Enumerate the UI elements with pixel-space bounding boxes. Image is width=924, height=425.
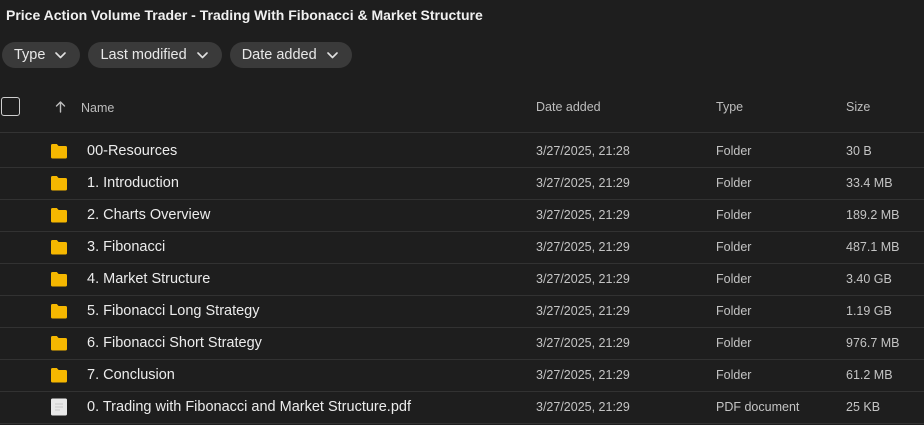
folder-icon [50,367,68,383]
date-added: 3/27/2025, 21:29 [536,304,630,318]
date-added: 3/27/2025, 21:29 [536,176,630,190]
table-header: Name Date added Type Size [0,88,924,133]
file-name[interactable]: 5. Fibonacci Long Strategy [87,303,260,319]
table-row[interactable]: 3. Fibonacci 3/27/2025, 21:29 Folder 487.1 … [0,232,924,264]
filter-type-button[interactable]: Type [2,42,81,68]
file-type: Folder [716,144,752,158]
file-size: 1.19 GB [846,304,892,318]
filter-date-added-label: Date added [241,47,317,63]
date-added: 3/27/2025, 21:29 [536,208,630,222]
file-name[interactable]: 4. Market Structure [87,271,210,287]
filter-bar: Type Last modified Date added [2,42,352,68]
date-added: 3/27/2025, 21:29 [536,272,630,286]
file-size: 189.2 MB [846,208,900,222]
chevron-down-icon [55,51,67,58]
file-size: 61.2 MB [846,368,893,382]
file-size: 976.7 MB [846,336,900,350]
folder-icon [50,175,68,191]
table-row[interactable]: 0. Trading with Fibonacci and Market Str… [0,392,924,424]
folder-icon [50,271,68,287]
date-added: 3/27/2025, 21:29 [536,400,630,414]
file-type: PDF document [716,400,800,414]
table-row[interactable]: 4. Market Structure 3/27/2025, 21:29 Folde… [0,264,924,296]
table-row[interactable]: 5. Fibonacci Long Strategy 3/27/2025, 21:… [0,296,924,328]
file-type: Folder [716,304,752,318]
file-name[interactable]: 6. Fibonacci Short Strategy [87,335,262,351]
file-name[interactable]: 0. Trading with Fibonacci and Market Str… [87,399,411,415]
date-added: 3/27/2025, 21:29 [536,336,630,350]
file-type: Folder [716,176,752,190]
file-name[interactable]: 00-Resources [87,143,177,159]
column-header-type[interactable]: Type [716,100,743,114]
table-row[interactable]: 1. Introduction 3/27/2025, 21:29 Folder 33.… [0,168,924,200]
select-all-checkbox[interactable] [1,97,20,116]
chevron-down-icon [196,51,208,58]
folder-icon [50,207,68,223]
file-size: 3.40 GB [846,272,892,286]
file-size: 25 KB [846,400,881,414]
table-row[interactable]: 6. Fibonacci Short Strategy 3/27/2025, 21… [0,328,924,360]
file-browser: Price Action Volume Trader - Trading Wit… [0,0,924,425]
date-added: 3/27/2025, 21:28 [536,144,630,158]
table-row[interactable]: 00-Resources 3/27/2025, 21:28 Folder 30 B [0,136,924,168]
column-header-date-added[interactable]: Date added [536,100,601,114]
filter-last-modified-label: Last modified [100,47,187,63]
folder-icon [50,335,68,351]
folder-icon [50,239,68,255]
table-row[interactable]: 2. Charts Overview 3/27/2025, 21:29 Folder… [0,200,924,232]
date-added: 3/27/2025, 21:29 [536,240,630,254]
folder-icon [50,303,68,319]
filter-date-added-button[interactable]: Date added [229,42,352,68]
file-type: Folder [716,208,752,222]
file-name[interactable]: 2. Charts Overview [87,207,210,223]
date-added: 3/27/2025, 21:29 [536,368,630,382]
file-name[interactable]: 7. Conclusion [87,367,175,383]
table-row[interactable]: 7. Conclusion 3/27/2025, 21:29 Folder 61.2 … [0,360,924,392]
chevron-down-icon [326,51,338,58]
pdf-file-icon [50,398,68,416]
column-header-size[interactable]: Size [846,100,870,114]
file-size: 33.4 MB [846,176,893,190]
file-size: 30 B [846,144,872,158]
file-name[interactable]: 1. Introduction [87,175,179,191]
file-type: Folder [716,240,752,254]
filter-type-label: Type [14,47,46,63]
file-type: Folder [716,272,752,286]
file-name[interactable]: 3. Fibonacci [87,239,165,255]
file-type: Folder [716,368,752,382]
file-list: 00-Resources 3/27/2025, 21:28 Folder 30 B 1.… [0,136,924,424]
file-size: 487.1 MB [846,240,900,254]
file-type: Folder [716,336,752,350]
filter-last-modified-button[interactable]: Last modified [88,42,222,68]
sort-ascending-icon[interactable] [55,101,66,113]
column-header-name[interactable]: Name [81,101,114,115]
folder-icon [50,143,68,159]
page-title: Price Action Volume Trader - Trading Wit… [6,7,483,23]
